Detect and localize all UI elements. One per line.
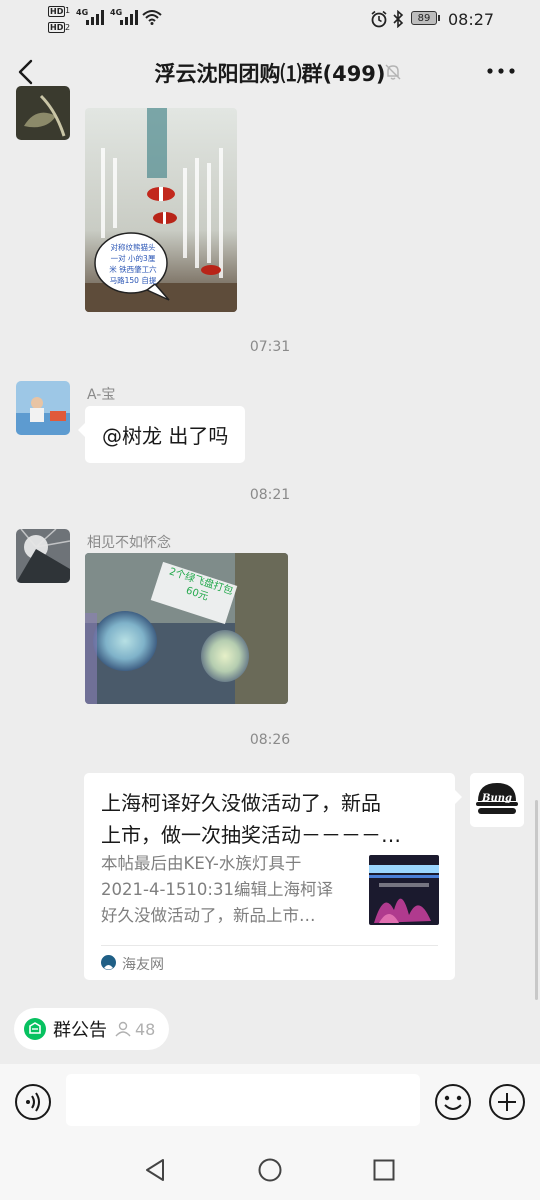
- divider: [101, 945, 438, 946]
- link-card-source: 海友网: [122, 957, 164, 973]
- scrollbar[interactable]: [535, 800, 538, 1000]
- nav-recent-icon[interactable]: [372, 1158, 396, 1182]
- system-nav-bar: [0, 1140, 540, 1200]
- timestamp: 07:31: [249, 339, 291, 355]
- timestamp: 08:26: [249, 732, 291, 748]
- group-notice-button[interactable]: 群公告 48: [14, 1008, 170, 1050]
- hd-badge-2: HD: [48, 22, 66, 33]
- nav-back-icon[interactable]: [143, 1157, 167, 1183]
- chat-photo-fish[interactable]: 对称纹熊猫头 一对 小的3厘 米 铁西肇工六 马路150 自提: [85, 108, 237, 312]
- link-card-description: 本帖最后由KEY-水族灯具于 2021-4-1510:31编辑上海柯译 好久没做…: [101, 854, 333, 925]
- hd-badge-1: HD: [48, 6, 66, 17]
- avatar[interactable]: [16, 381, 70, 435]
- wifi-icon: [142, 10, 162, 25]
- message-input[interactable]: [66, 1074, 420, 1126]
- voice-icon[interactable]: [14, 1083, 52, 1121]
- clock: 08:27: [448, 10, 495, 29]
- signal-icon-1: [86, 10, 104, 25]
- plus-icon[interactable]: [488, 1083, 526, 1121]
- input-bar: [0, 1064, 540, 1140]
- link-card[interactable]: 上海柯译好久没做活动了，新品 上市，做一次抽奖活动－－－－… 本帖最后由KEY-…: [84, 773, 462, 980]
- chat-photo-coral[interactable]: 2个绿飞盘打包 60元: [85, 553, 288, 704]
- link-card-title: 上海柯译好久没做活动了，新品 上市，做一次抽奖活动－－－－…: [101, 791, 401, 847]
- message-bubble[interactable]: @树龙 出了吗: [77, 406, 246, 463]
- photo-caption: 对称纹熊猫头 一对 小的3厘 米 铁西肇工六 马路150 自提: [109, 243, 157, 285]
- avatar[interactable]: [16, 86, 70, 140]
- group-notice-count: 48: [135, 1019, 156, 1039]
- nav-home-icon[interactable]: [257, 1157, 283, 1183]
- signal-icon-2: [120, 10, 138, 25]
- avatar-logo-text: Bung: [482, 793, 512, 804]
- link-card-thumbnail: [369, 855, 439, 925]
- status-bar: HD 1 HD 2 4G 4G 89 08:27: [0, 0, 540, 40]
- sender-name: A-宝: [87, 387, 116, 403]
- group-notice-label: 群公告: [53, 1020, 107, 1041]
- source-logo-icon: [101, 955, 116, 970]
- avatar-self[interactable]: Bung: [470, 773, 524, 827]
- avatar[interactable]: [16, 529, 70, 583]
- sim-label-2: 2: [65, 23, 71, 32]
- battery-icon: 89: [411, 11, 440, 25]
- sender-name: 相见不如怀念: [87, 535, 171, 551]
- chat-header: 浮云沈阳团购⑴群(499): [0, 40, 540, 104]
- bell-off-icon: [385, 64, 401, 80]
- emoji-icon[interactable]: [434, 1083, 472, 1121]
- person-icon: [115, 1021, 131, 1037]
- more-icon[interactable]: [486, 67, 516, 75]
- chat-title: 浮云沈阳团购⑴群(499): [154, 62, 386, 86]
- announcement-icon: [24, 1018, 46, 1040]
- alarm-icon: [371, 10, 387, 28]
- sim-label-1: 1: [65, 6, 71, 15]
- timestamp: 08:21: [249, 487, 291, 503]
- bluetooth-icon: [393, 10, 404, 28]
